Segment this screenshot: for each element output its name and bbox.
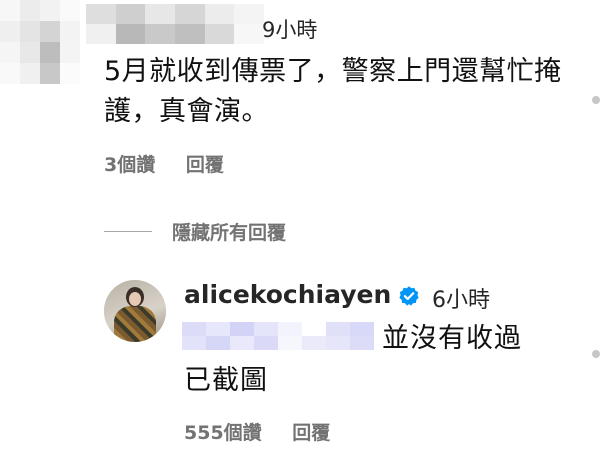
like-heart-icon[interactable] <box>592 350 600 358</box>
blurred-avatar <box>0 0 80 84</box>
comment-timestamp: 9小時 <box>262 18 318 42</box>
like-count[interactable]: 555個讚 <box>184 422 262 444</box>
blurred-username <box>86 4 264 44</box>
comment-actions: 3個讚 回覆 <box>104 150 248 177</box>
like-heart-icon[interactable] <box>592 96 600 104</box>
reply-timestamp: 6小時 <box>432 288 490 313</box>
reply-actions: 555個讚 回覆 <box>184 418 354 445</box>
like-count[interactable]: 3個讚 <box>104 154 155 176</box>
avatar[interactable] <box>104 280 166 342</box>
comment-text: 5月就收到傳票了，警察上門還幫忙掩護，真會演。 <box>104 56 562 127</box>
verified-badge-icon <box>399 286 419 306</box>
username-link[interactable]: alicekochiayen <box>184 280 391 309</box>
hide-replies-button[interactable]: 隱藏所有回覆 <box>172 218 286 245</box>
blurred-mention <box>182 322 374 350</box>
reply-button[interactable]: 回覆 <box>292 422 330 444</box>
reply-text-line1: 並沒有收過 <box>382 323 522 354</box>
reply-button[interactable]: 回覆 <box>186 154 224 176</box>
divider-line <box>104 231 152 232</box>
reply-text-line2: 已截圖 <box>184 365 268 396</box>
